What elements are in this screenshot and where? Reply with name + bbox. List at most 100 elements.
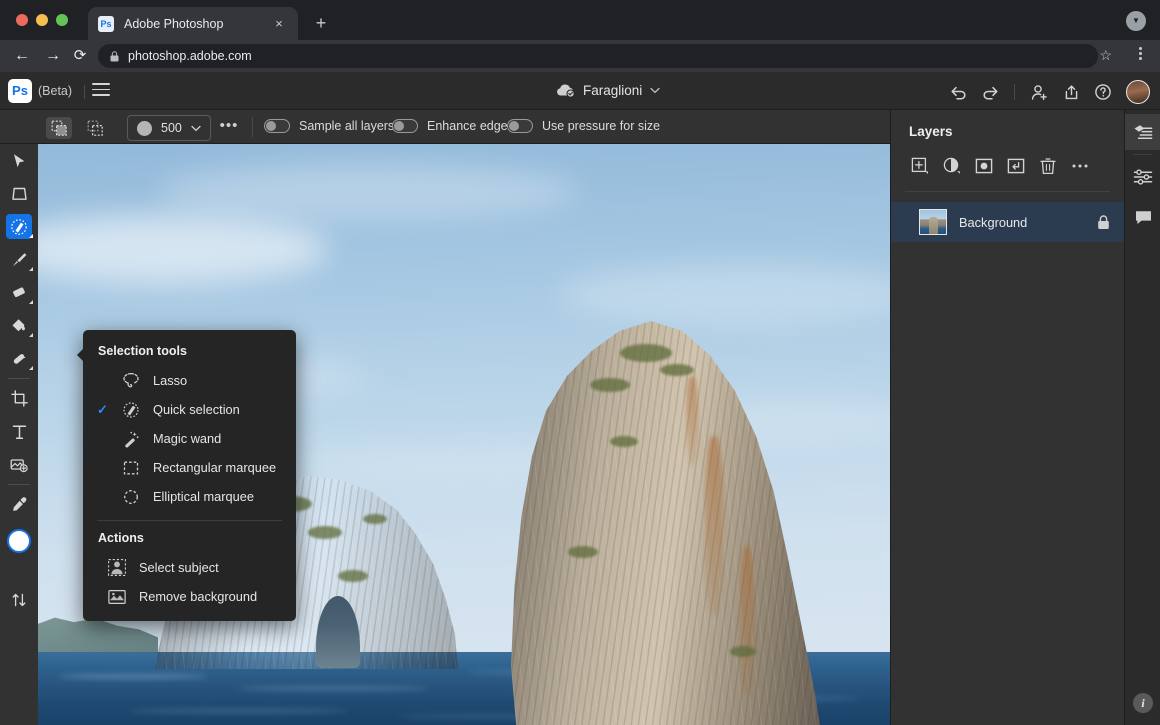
menu-divider [97, 520, 282, 521]
layers-more-button[interactable] [1065, 153, 1095, 179]
browser-toolbar: ← → ⟳ photoshop.adobe.com ☆ [0, 40, 1160, 72]
brush-size-control[interactable]: 500 [127, 115, 211, 141]
browser-menu-icon[interactable] [1132, 45, 1148, 62]
add-to-selection-button[interactable] [46, 117, 72, 139]
help-icon[interactable] [1089, 80, 1117, 104]
place-image-tool[interactable] [0, 448, 38, 481]
eyedropper-tool[interactable] [0, 488, 38, 521]
swap-colors-button[interactable] [0, 583, 38, 616]
menu-item-elliptical-marquee[interactable]: Elliptical marquee [83, 482, 296, 511]
bookmark-star-icon[interactable]: ☆ [1099, 47, 1112, 64]
rail-divider [1133, 154, 1152, 155]
avatar[interactable] [1126, 80, 1150, 104]
menu-item-label: Magic wand [153, 431, 222, 446]
new-tab-button[interactable]: + [310, 13, 332, 35]
quick-selection-tool[interactable] [0, 210, 38, 243]
invite-collaborator-icon[interactable] [1025, 80, 1053, 104]
layer-row[interactable]: Background [891, 202, 1124, 242]
enhance-edges-toggle-group[interactable]: Enhance edges [392, 119, 514, 133]
menu-item-magic-wand[interactable]: Magic wand [83, 424, 296, 453]
menu-item-select-subject[interactable]: Select subject [83, 553, 296, 582]
layer-name: Background [959, 214, 1028, 230]
hamburger-icon[interactable] [92, 83, 110, 99]
add-adjustment-layer-button[interactable] [937, 153, 967, 179]
minimize-window-button[interactable] [36, 14, 48, 26]
selection-tools-menu[interactable]: Selection tools Lasso ✓ Quick selection … [77, 330, 296, 621]
info-icon[interactable]: i [1133, 693, 1153, 713]
menu-item-lasso[interactable]: Lasso [83, 366, 296, 395]
right-rail [1124, 110, 1160, 725]
sample-all-layers-toggle-group[interactable]: Sample all layers [264, 119, 394, 133]
menu-item-remove-background[interactable]: Remove background [83, 582, 296, 611]
brush-size-value: 500 [161, 121, 182, 135]
foreground-color-swatch[interactable] [7, 529, 31, 553]
beta-label: (Beta) [38, 84, 73, 98]
enhance-edges-toggle[interactable] [392, 119, 418, 133]
layers-stack-icon [1134, 125, 1153, 139]
actions-heading: Actions [98, 531, 144, 545]
crop-tool[interactable] [0, 382, 38, 415]
close-icon[interactable]: × [270, 15, 288, 33]
add-layer-mask-button[interactable] [969, 153, 999, 179]
use-pressure-for-size-toggle[interactable] [507, 119, 533, 133]
menu-item-quick-selection[interactable]: ✓ Quick selection [83, 395, 296, 424]
window-traffic-lights [16, 14, 68, 26]
menu-item-label: Select subject [139, 560, 219, 575]
forward-icon[interactable]: → [41, 44, 65, 68]
brush-tool[interactable] [0, 243, 38, 276]
transform-tool[interactable] [0, 177, 38, 210]
layers-rail-button[interactable] [1125, 114, 1160, 150]
tab-title: Adobe Photoshop [124, 16, 224, 31]
eyedropper-tool-icon [6, 492, 32, 517]
document-title-group[interactable]: Faraglioni [555, 82, 660, 98]
layers-toolbar [891, 139, 1124, 179]
redo-icon[interactable] [976, 80, 1004, 104]
enhance-edges-label: Enhance edges [427, 119, 514, 133]
move-tool[interactable] [0, 144, 38, 177]
comments-rail-button[interactable] [1125, 199, 1160, 235]
paint-bucket-tool[interactable] [0, 309, 38, 342]
type-tool[interactable] [0, 415, 38, 448]
share-export-icon[interactable] [1057, 80, 1085, 104]
properties-rail-button[interactable] [1125, 159, 1160, 195]
transform-tool-icon [6, 181, 32, 206]
use-pressure-for-size-label: Use pressure for size [542, 119, 661, 133]
delete-layer-button[interactable] [1033, 153, 1063, 179]
lasso-icon [120, 371, 142, 391]
address-bar[interactable]: photoshop.adobe.com [98, 44, 1098, 68]
sliders-icon [1133, 169, 1153, 185]
chevron-down-icon[interactable] [650, 87, 660, 94]
photoshop-favicon-icon: Ps [98, 15, 114, 32]
flyout-indicator-icon [29, 366, 33, 370]
add-layer-button[interactable] [905, 153, 935, 179]
lock-icon [110, 50, 119, 62]
eraser-tool[interactable] [0, 276, 38, 309]
remove-background-icon [106, 587, 128, 607]
healing-brush-tool[interactable] [0, 342, 38, 375]
chevron-down-icon[interactable]: ▼ [1126, 11, 1146, 31]
canvas-area[interactable]: Selection tools Lasso ✓ Quick selection … [38, 144, 890, 725]
lock-icon[interactable] [1097, 214, 1110, 230]
menu-item-rectangular-marquee[interactable]: Rectangular marquee [83, 453, 296, 482]
color-swatches[interactable] [0, 525, 38, 583]
more-brush-options-button[interactable]: ••• [218, 118, 240, 136]
use-pressure-toggle-group[interactable]: Use pressure for size [507, 119, 660, 133]
reload-icon[interactable]: ⟳ [68, 44, 92, 68]
flyout-indicator-icon [29, 333, 33, 337]
browser-tab[interactable]: Ps Adobe Photoshop × [88, 7, 298, 40]
undo-icon[interactable] [944, 80, 972, 104]
back-icon[interactable]: ← [10, 44, 34, 68]
subtract-from-selection-button[interactable] [82, 117, 108, 139]
create-clipping-mask-button[interactable] [1001, 153, 1031, 179]
app-root: Ps Adobe Photoshop × + ▼ ← → ⟳ photoshop… [0, 0, 1160, 725]
menu-item-label: Elliptical marquee [153, 489, 255, 504]
sample-all-layers-toggle[interactable] [264, 119, 290, 133]
maximize-window-button[interactable] [56, 14, 68, 26]
rectangular-marquee-icon [120, 458, 142, 478]
tools-sidebar [0, 144, 38, 725]
photoshop-logo-icon: Ps [8, 79, 32, 103]
swap-colors-icon [6, 587, 32, 612]
photoshop-header: Ps (Beta) Faraglioni 100% [0, 72, 1160, 173]
cloud-saved-icon [555, 82, 575, 98]
close-window-button[interactable] [16, 14, 28, 26]
